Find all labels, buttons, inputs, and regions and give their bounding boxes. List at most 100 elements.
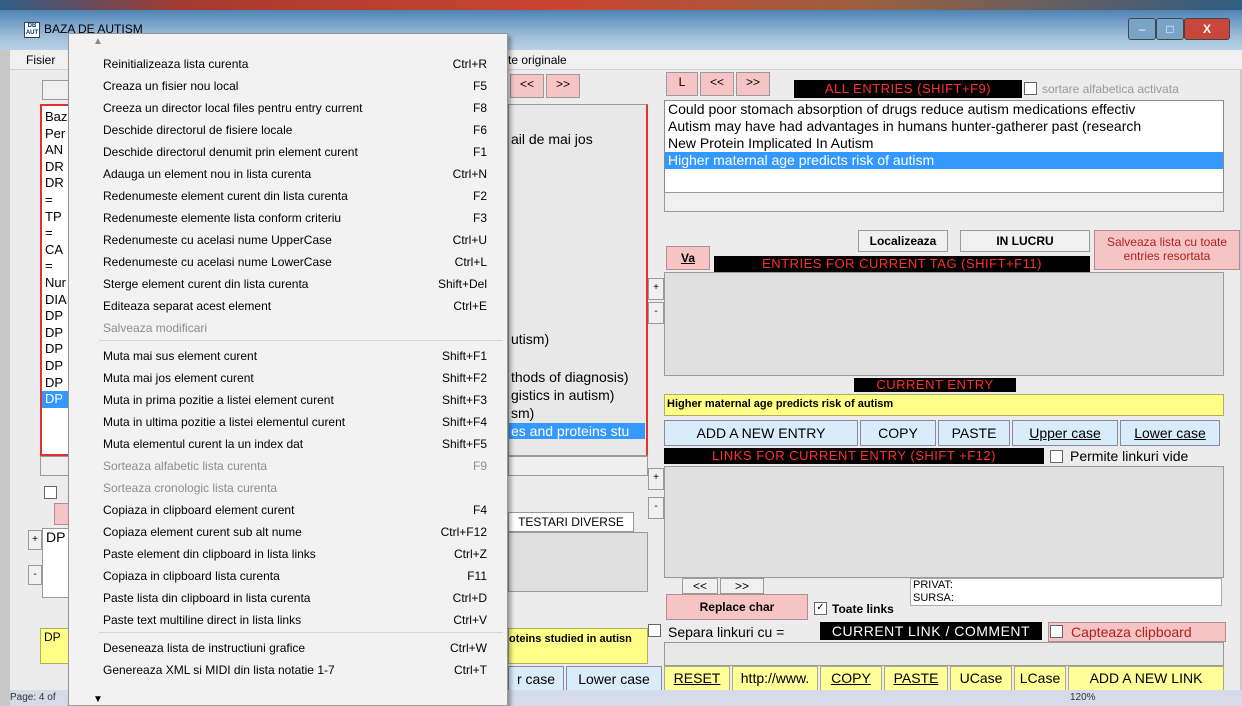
menu-item[interactable]: Muta in ultima pozitie a listei elementu… bbox=[69, 411, 507, 433]
menu-item[interactable]: Genereaza XML si MIDI din lista notatie … bbox=[69, 659, 507, 681]
lcase-button[interactable]: LCase bbox=[1014, 666, 1066, 692]
localizeaza-button[interactable]: Localizeaza bbox=[858, 230, 948, 252]
menu-fisier[interactable]: Fisier bbox=[26, 53, 55, 67]
menu-item[interactable]: Deschide directorul de fisiere locale F6 bbox=[69, 119, 507, 141]
current-entry-field[interactable]: Higher maternal age predicts risk of aut… bbox=[664, 394, 1224, 416]
add-new-link-button[interactable]: ADD A NEW LINK bbox=[1068, 666, 1224, 692]
scroll-up-icon[interactable]: ▲ bbox=[93, 36, 103, 47]
va-button[interactable]: Va bbox=[666, 246, 710, 270]
list-item[interactable]: DP bbox=[42, 325, 68, 342]
list-item[interactable]: DIA bbox=[42, 292, 68, 309]
prev-button[interactable]: << bbox=[510, 74, 544, 98]
links-list[interactable] bbox=[664, 466, 1224, 578]
menu-item[interactable]: Creeza un director local files pentru en… bbox=[69, 97, 507, 119]
left-checkbox[interactable] bbox=[44, 486, 57, 499]
menu-item[interactable]: Salveaza modificari bbox=[69, 317, 507, 339]
entry-item[interactable]: Autism may have had advantages in humans… bbox=[665, 118, 1223, 135]
menu-item[interactable]: Sorteaza cronologic lista curenta bbox=[69, 477, 507, 499]
list-item[interactable]: DP bbox=[42, 308, 68, 325]
minus-button[interactable]: - bbox=[28, 565, 42, 585]
list-item[interactable]: DR bbox=[42, 159, 68, 176]
menu-item[interactable]: Deschide directorul denumit prin element… bbox=[69, 141, 507, 163]
capteaza-checkbox[interactable] bbox=[1050, 625, 1063, 638]
all-prev-button[interactable]: << bbox=[700, 72, 734, 96]
menu-item[interactable]: Copiaza in clipboard element curent F4 bbox=[69, 499, 507, 521]
next-button[interactable]: >> bbox=[546, 74, 580, 98]
permite-checkbox[interactable] bbox=[1050, 450, 1063, 463]
list-item[interactable]: CA bbox=[42, 242, 68, 259]
replace-char-button[interactable]: Replace char bbox=[666, 594, 808, 620]
list-item[interactable]: thods of diagnosis) bbox=[511, 369, 629, 385]
entry-item[interactable]: Higher maternal age predicts risk of aut… bbox=[665, 152, 1223, 169]
entry-item[interactable]: New Protein Implicated In Autism bbox=[665, 135, 1223, 152]
list-item[interactable]: TP bbox=[42, 209, 68, 226]
menu-originale[interactable]: te originale bbox=[508, 53, 567, 67]
menu-item[interactable]: Deseneaza lista de instructiuni grafice C… bbox=[69, 637, 507, 659]
menu-item[interactable]: Muta mai sus element curent Shift+F1 bbox=[69, 345, 507, 367]
copy-entry-button[interactable]: COPY bbox=[860, 420, 936, 446]
left-list[interactable]: Baz Per AN DR DR = TP = CA = Nur DIA DP DP DP DP DP DP bbox=[40, 104, 70, 456]
list-item[interactable]: DP bbox=[42, 391, 68, 408]
capteaza-clipboard[interactable]: Capteaza clipboard bbox=[1048, 622, 1226, 642]
middle-plus-button[interactable]: + bbox=[648, 278, 664, 300]
menu-item[interactable]: Redenumeste cu acelasi nume LowerCase Ctr… bbox=[69, 251, 507, 273]
l-button[interactable]: L bbox=[666, 72, 698, 96]
close-icon[interactable]: X bbox=[1184, 18, 1230, 40]
paste-entry-button[interactable]: PASTE bbox=[938, 420, 1010, 446]
list-item-selected[interactable]: es and proteins stu bbox=[509, 423, 645, 439]
menu-item[interactable]: Paste lista din clipboard in lista curen… bbox=[69, 587, 507, 609]
sort-checkbox[interactable] bbox=[1024, 82, 1037, 95]
entry-item[interactable]: Could poor stomach absorption of drugs r… bbox=[665, 101, 1223, 118]
middle-scrollbar[interactable] bbox=[508, 456, 648, 476]
menu-item[interactable]: Sorteaza alfabetic lista curenta F9 bbox=[69, 455, 507, 477]
middle-minus-button-2[interactable]: - bbox=[648, 497, 664, 519]
all-entries-scrollbar[interactable] bbox=[664, 192, 1224, 212]
list-item[interactable]: DP bbox=[43, 529, 69, 545]
list-item[interactable]: AN bbox=[42, 142, 68, 159]
scroll-down-icon[interactable]: ▼ bbox=[93, 694, 103, 705]
list-item[interactable]: Nur bbox=[42, 275, 68, 292]
list-item[interactable]: sm) bbox=[511, 405, 534, 421]
minimize-icon[interactable]: – bbox=[1128, 18, 1156, 40]
menu-item[interactable]: Copiaza in clipboard lista curenta F11 bbox=[69, 565, 507, 587]
menu-item[interactable]: Editeaza separat acest element Ctrl+E bbox=[69, 295, 507, 317]
all-next-button[interactable]: >> bbox=[736, 72, 770, 96]
list-item[interactable]: = bbox=[42, 225, 68, 242]
menu-item[interactable]: Redenumeste elemente lista conform crite… bbox=[69, 207, 507, 229]
list-item[interactable]: DP bbox=[42, 358, 68, 375]
middle-yellow-field[interactable]: oteins studied in autisn bbox=[508, 628, 648, 664]
paste-link-button[interactable]: PASTE bbox=[884, 666, 948, 692]
middle-checkbox[interactable] bbox=[648, 624, 661, 637]
links-next-button[interactable]: >> bbox=[720, 578, 764, 594]
menu-item[interactable]: Paste element din clipboard in lista lin… bbox=[69, 543, 507, 565]
menu-item[interactable]: Redenumeste element curent din lista cur… bbox=[69, 185, 507, 207]
middle-list[interactable]: ail de mai jos utism) thods of diagnosis… bbox=[508, 104, 648, 456]
salveaza-lista-button[interactable]: Salveaza lista cu toate entries resortat… bbox=[1094, 230, 1240, 270]
middle-minus-button[interactable]: - bbox=[648, 302, 664, 324]
left-yellow-field[interactable]: DP bbox=[40, 628, 70, 664]
in-lucru-button[interactable]: IN LUCRU bbox=[960, 230, 1090, 252]
maximize-icon[interactable]: □ bbox=[1156, 18, 1184, 40]
current-link-field[interactable] bbox=[664, 642, 1224, 666]
menu-item[interactable]: Paste text multiline direct in lista lin… bbox=[69, 609, 507, 631]
menu-item[interactable]: Sterge element curent din lista curenta S… bbox=[69, 273, 507, 295]
menu-item[interactable]: Redenumeste cu acelasi nume UpperCase Ctr… bbox=[69, 229, 507, 251]
list-item[interactable]: Baz bbox=[42, 109, 68, 126]
menu-item[interactable]: Creaza un fisier nou local F5 bbox=[69, 75, 507, 97]
menu-item[interactable]: Reinitializeaza lista curenta Ctrl+R bbox=[69, 53, 507, 75]
list-item[interactable]: DR bbox=[42, 175, 68, 192]
add-new-entry-button[interactable]: ADD A NEW ENTRY bbox=[664, 420, 858, 446]
menu-item[interactable]: Muta in prima pozitie a listei element c… bbox=[69, 389, 507, 411]
links-prev-button[interactable]: << bbox=[682, 578, 718, 594]
menu-item[interactable]: Muta elementul curent la un index dat Shi… bbox=[69, 433, 507, 455]
menu-item[interactable]: Copiaza element curent sub alt nume Ctrl+… bbox=[69, 521, 507, 543]
middle-plus-button-2[interactable]: + bbox=[648, 468, 664, 490]
http-button[interactable]: http://www. bbox=[732, 666, 818, 692]
menu-item[interactable]: Muta mai jos element curent Shift+F2 bbox=[69, 367, 507, 389]
lower-case-button-2[interactable]: Lower case bbox=[566, 666, 662, 692]
left-dp-list[interactable]: DP bbox=[42, 528, 70, 598]
toate-links-checkbox[interactable]: ✓ bbox=[814, 602, 827, 615]
left-scrollbar[interactable] bbox=[40, 456, 70, 476]
list-item[interactable]: Per bbox=[42, 126, 68, 143]
upper-case-button-2[interactable]: r case bbox=[508, 666, 564, 692]
